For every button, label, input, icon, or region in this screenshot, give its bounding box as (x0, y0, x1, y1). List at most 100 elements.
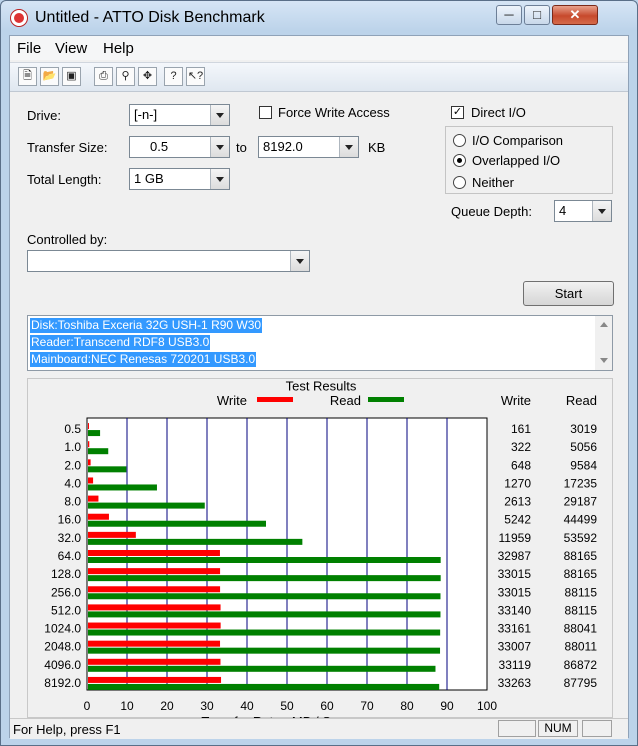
read-value: 88041 (564, 622, 598, 636)
write-value: 33119 (499, 658, 532, 672)
drive-select[interactable]: [-n-] (129, 104, 230, 126)
legend-write-swatch (257, 397, 293, 402)
radio-overlapped-io[interactable] (453, 154, 466, 167)
direct-io-checkbox[interactable]: ✓ (451, 106, 464, 119)
x-tick-label: 30 (200, 699, 214, 713)
y-tick-label: 1024.0 (44, 622, 81, 636)
write-value: 33015 (498, 585, 532, 599)
status-pane (498, 720, 536, 737)
write-value: 11959 (499, 531, 532, 545)
transfer-from-select[interactable]: 0.5 (129, 136, 230, 158)
write-value: 1270 (504, 476, 531, 490)
y-tick-label: 32.0 (58, 531, 82, 545)
table-header-read: Read (566, 393, 597, 408)
y-tick-label: 0.5 (64, 422, 81, 436)
write-value: 161 (511, 422, 531, 436)
open-icon[interactable]: 📂 (40, 67, 59, 86)
print-preview-icon[interactable]: ⚲ (116, 67, 135, 86)
read-value: 29187 (564, 495, 598, 509)
x-tick-label: 80 (400, 699, 414, 713)
read-value: 9584 (570, 458, 597, 472)
read-value: 5056 (570, 440, 597, 454)
bar-read (88, 647, 441, 654)
write-value: 32987 (498, 549, 532, 563)
print-icon[interactable]: ⎙ (94, 67, 113, 86)
transfer-to-select[interactable]: 8192.0 (258, 136, 359, 158)
write-value: 33161 (498, 622, 532, 636)
x-tick-label: 100 (477, 699, 497, 713)
menu-file[interactable]: File (17, 40, 41, 57)
window-title: Untitled - ATTO Disk Benchmark (35, 9, 265, 26)
atto-app-icon (10, 9, 28, 27)
chevron-down-icon (210, 105, 229, 125)
app-window: Untitled - ATTO Disk Benchmark ─ □ ✕ Fil… (0, 0, 638, 746)
y-tick-label: 8192.0 (44, 676, 81, 690)
status-bar: For Help, press F1 NUM (10, 718, 628, 739)
controlled-by-label: Controlled by: (27, 232, 108, 247)
bar-write (88, 640, 221, 647)
minimize-icon: ─ (504, 7, 514, 22)
context-help-icon[interactable]: ↖? (186, 67, 205, 86)
total-length-select[interactable]: 1 GB (129, 168, 230, 190)
io-comparison-label: I/O Comparison (472, 133, 564, 148)
test-results-panel: 0 10 20 30 40 50 60 70 80 90 100 Test Results Write R… (27, 378, 613, 719)
bar-read (88, 611, 441, 618)
results-chart: 0 10 20 30 40 50 60 70 80 90 100 Test Results Write R… (44, 379, 598, 719)
legend-write-label: Write (217, 393, 247, 408)
queue-depth-select[interactable]: 4 (554, 200, 612, 222)
chevron-down-icon (210, 137, 229, 157)
move-icon[interactable]: ✥ (138, 67, 157, 86)
bar-write (88, 550, 220, 556)
overlapped-io-label: Overlapped I/O (472, 153, 561, 168)
y-tick-label: 2.0 (64, 458, 81, 472)
write-value: 648 (511, 458, 531, 472)
write-value: 322 (511, 440, 531, 454)
description-textarea[interactable]: Disk:Toshiba Exceria 32G USH-1 R90 W30 R… (27, 315, 613, 371)
bar-read (88, 629, 441, 636)
x-tick-label: 70 (360, 699, 374, 713)
radio-neither[interactable] (453, 176, 466, 189)
scroll-up-icon[interactable] (600, 322, 608, 327)
chevron-down-icon (339, 137, 358, 157)
write-value: 33007 (498, 640, 532, 654)
neither-label: Neither (472, 175, 514, 190)
menu-help[interactable]: Help (103, 40, 134, 57)
legend-read-swatch (368, 397, 404, 402)
read-value: 88115 (565, 585, 598, 599)
bar-write (88, 658, 221, 665)
save-icon[interactable]: ▣ (62, 67, 81, 86)
description-scrollbar[interactable] (595, 316, 612, 370)
client-area: File View Help 🗎 📂 ▣ ⎙ ⚲ ✥ ? ↖? Drive: [… (9, 35, 629, 739)
chevron-down-icon (592, 201, 611, 221)
minimize-button[interactable]: ─ (496, 5, 522, 25)
read-value: 87795 (564, 676, 598, 690)
x-tick-label: 0 (84, 699, 91, 713)
controlled-by-select[interactable] (27, 250, 310, 272)
scroll-down-icon[interactable] (600, 358, 608, 363)
title-bar[interactable]: Untitled - ATTO Disk Benchmark ─ □ ✕ (1, 1, 637, 35)
radio-io-comparison[interactable] (453, 134, 466, 147)
read-value: 88165 (564, 549, 598, 563)
read-value: 88011 (565, 640, 598, 654)
benchmark-form: Drive: [-n-] Transfer Size: 0.5 to 8192.… (10, 92, 628, 719)
bar-write (88, 513, 109, 520)
y-tick-label: 4096.0 (44, 658, 81, 672)
bar-read (88, 430, 101, 437)
menu-view[interactable]: View (55, 40, 87, 57)
write-value: 33140 (498, 603, 532, 617)
start-button[interactable]: Start (523, 281, 614, 306)
bar-write (88, 441, 90, 448)
new-icon[interactable]: 🗎 (18, 67, 37, 86)
help-icon[interactable]: ? (164, 67, 183, 86)
legend-read-label: Read (330, 393, 361, 408)
force-write-checkbox[interactable] (259, 106, 272, 119)
read-value: 53592 (564, 531, 598, 545)
bar-write (88, 676, 222, 683)
bar-read (88, 575, 441, 582)
bar-read (88, 683, 440, 690)
bar-read (88, 502, 205, 509)
maximize-button[interactable]: □ (524, 5, 550, 25)
close-button[interactable]: ✕ (552, 5, 598, 25)
table-header-write: Write (501, 393, 531, 408)
bar-write (88, 531, 136, 538)
